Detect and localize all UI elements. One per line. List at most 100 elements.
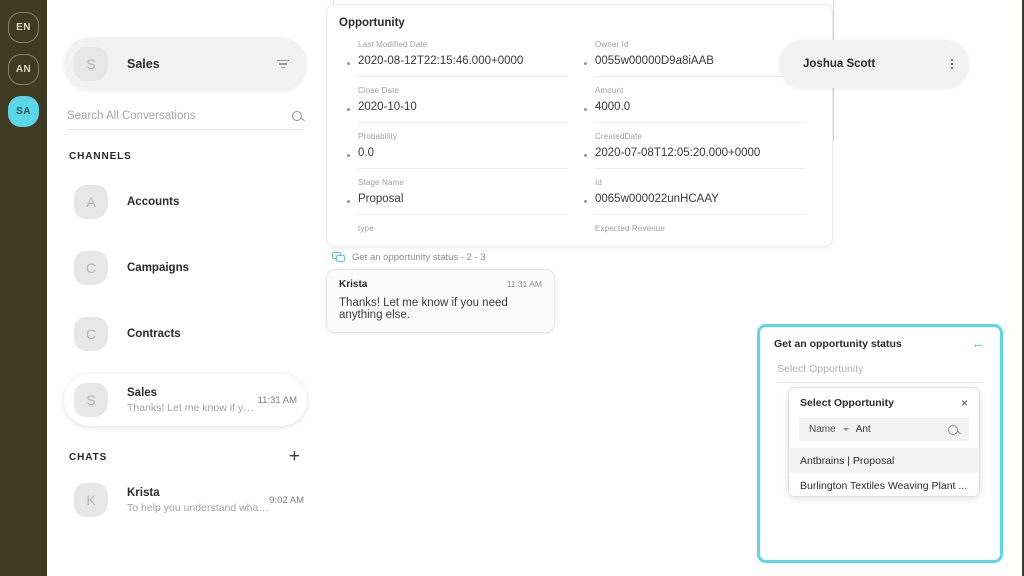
opportunity-record-card: Opportunity Last Modified Date 2020-08-1…: [326, 4, 833, 247]
field-label: Owner Id: [595, 40, 805, 49]
field-value: 2020-07-08T12:05:20.000+0000: [595, 147, 805, 159]
task-panel-title: Get an opportunity status: [774, 338, 971, 350]
app-root: EN AN SA S Sales Search All Conversation…: [0, 0, 1024, 576]
filter-icon[interactable]: [277, 60, 289, 68]
rail-avatar-an[interactable]: AN: [8, 54, 39, 85]
search-icon[interactable]: [948, 425, 958, 435]
opportunity-card-title: Opportunity: [327, 5, 832, 29]
current-channel-header[interactable]: S Sales: [64, 37, 307, 91]
field-value: 0055w00000D9a8iAAB: [595, 55, 805, 67]
channel-name: Accounts: [127, 196, 304, 208]
picker-result-label: Burlington Textiles Weaving Plant ...: [800, 480, 967, 492]
channel-avatar-letter: C: [86, 326, 96, 342]
current-channel-title: Sales: [127, 57, 277, 71]
channel-name: Sales: [127, 387, 258, 399]
field-label: Amount: [595, 86, 805, 95]
sidebar-channel-sales[interactable]: S Sales Thanks! Let me know if you need …: [64, 374, 307, 426]
chat-name: Krista: [127, 487, 269, 499]
kebab-menu-icon[interactable]: [951, 59, 953, 70]
picker-results-list: Antbrains | Proposal Burlington Textiles…: [789, 448, 979, 497]
message-bubble: Krista 11:31 AM Thanks! Let me know if y…: [326, 269, 555, 333]
channel-avatar-letter: S: [86, 392, 95, 408]
sidebar-channel-campaigns[interactable]: C Campaigns: [64, 242, 314, 294]
field-label: Probability: [358, 132, 568, 141]
current-channel-avatar-letter: S: [86, 56, 95, 72]
bullet-icon: [347, 200, 350, 203]
field-value: 0.0: [358, 147, 568, 159]
opportunity-picker-dialog: Select Opportunity × Name Ant Antbrains …: [788, 387, 980, 497]
back-arrow-icon[interactable]: ←: [971, 338, 986, 350]
rail-avatar-en[interactable]: EN: [8, 12, 39, 43]
sidebar-channel-contracts[interactable]: C Contracts: [64, 308, 314, 360]
message-author: Krista: [339, 279, 507, 290]
rail-avatar-sa[interactable]: SA: [8, 96, 39, 127]
picker-search-row[interactable]: Name Ant: [799, 418, 969, 441]
field-stage-name: Stage Name Proposal: [358, 178, 568, 215]
system-activity-row: Get an opportunity status - 2 - 3: [332, 252, 486, 263]
task-panel: Get an opportunity status ← Select Oppor…: [757, 324, 1003, 563]
bullet-icon: [584, 154, 587, 157]
picker-result-burlington[interactable]: Burlington Textiles Weaving Plant ...: [789, 473, 979, 497]
chats-section-header: CHATS +: [69, 450, 300, 464]
channels-section-label: CHANNELS: [69, 151, 314, 162]
chat-snippet: To help you understand what happ...: [127, 502, 269, 514]
chevron-down-icon[interactable]: [843, 428, 849, 431]
search-conversations-field[interactable]: Search All Conversations: [67, 110, 304, 130]
field-label: Id: [595, 178, 805, 187]
picker-result-label: Antbrains | Proposal: [800, 455, 894, 467]
channel-avatar: S: [74, 383, 108, 417]
contact-chip-joshua-scott[interactable]: Joshua Scott: [779, 40, 969, 88]
channel-avatar: A: [74, 185, 108, 219]
field-value: 0065w000022unHCAAY: [595, 193, 805, 205]
add-chat-button[interactable]: +: [289, 450, 300, 464]
close-icon[interactable]: ×: [961, 398, 968, 408]
bullet-icon: [347, 62, 350, 65]
system-activity-text: Get an opportunity status - 2 - 3: [352, 252, 486, 263]
channel-time: 11:31 AM: [258, 395, 297, 406]
picker-filter-field[interactable]: Name: [809, 424, 836, 435]
field-id: Id 0065w000022unHCAAY: [595, 178, 805, 215]
workspace-rail: EN AN SA: [0, 0, 47, 576]
picker-search-input[interactable]: Ant: [856, 424, 941, 435]
field-created-date: CreatedDate 2020-07-08T12:05:20.000+0000: [595, 132, 805, 169]
bullet-icon: [584, 200, 587, 203]
picker-result-antbrains[interactable]: Antbrains | Proposal: [789, 448, 979, 473]
task-panel-header: Get an opportunity status ←: [760, 327, 1000, 350]
rail-avatar-an-label: AN: [16, 64, 31, 75]
opportunity-field-grid: Last Modified Date 2020-08-12T22:15:46.0…: [327, 29, 832, 247]
chat-avatar: K: [74, 483, 108, 517]
search-icon[interactable]: [292, 111, 302, 121]
field-probability: Probability 0.0: [358, 132, 568, 169]
bullet-icon: [347, 154, 350, 157]
field-value: 4000.0: [595, 101, 805, 113]
channel-snippet: Thanks! Let me know if you need ...: [127, 402, 258, 414]
chat-avatar-letter: K: [86, 492, 95, 508]
select-opportunity-field[interactable]: Select Opportunity: [777, 363, 983, 383]
chat-time: 9:02 AM: [269, 495, 304, 506]
field-label: CreatedDate: [595, 132, 805, 141]
current-channel-avatar: S: [74, 47, 108, 81]
field-value: 2020-08-12T22:15:46.000+0000: [358, 55, 568, 67]
picker-header: Select Opportunity ×: [789, 388, 979, 409]
field-last-modified-date: Last Modified Date 2020-08-12T22:15:46.0…: [358, 40, 568, 77]
field-label: Last Modified Date: [358, 40, 568, 49]
channel-avatar-letter: A: [86, 194, 95, 210]
field-amount: Amount 4000.0: [595, 86, 805, 123]
bullet-icon: [584, 62, 587, 65]
field-label: Close Date: [358, 86, 568, 95]
channel-avatar: C: [74, 251, 108, 285]
conversation-sidebar: S Sales Search All Conversations CHANNEL…: [47, 0, 324, 576]
chat-bubbles-icon: [332, 252, 345, 263]
search-input[interactable]: Search All Conversations: [67, 110, 292, 122]
rail-avatar-en-label: EN: [16, 22, 31, 33]
channel-avatar: C: [74, 317, 108, 351]
sidebar-chat-krista[interactable]: K Krista To help you understand what hap…: [64, 474, 314, 526]
picker-title: Select Opportunity: [800, 397, 961, 409]
bullet-icon: [347, 108, 350, 111]
field-label: type: [358, 224, 568, 233]
channel-name: Campaigns: [127, 262, 304, 274]
field-label: Expected Revenue: [595, 224, 805, 233]
field-type: type: [358, 224, 568, 247]
contact-name: Joshua Scott: [803, 58, 951, 70]
sidebar-channel-accounts[interactable]: A Accounts: [64, 176, 314, 228]
